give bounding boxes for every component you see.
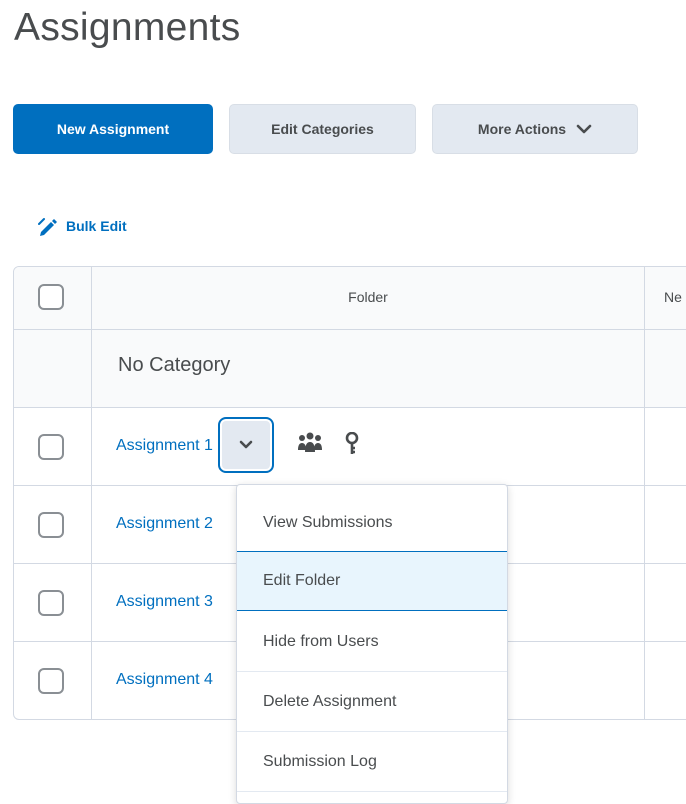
assignment-link[interactable]: Assignment 4 [116,671,213,689]
assignment-link[interactable]: Assignment 2 [116,515,213,533]
key-icon [345,432,359,456]
row-checkbox[interactable] [38,512,64,538]
row-checkbox[interactable] [38,668,64,694]
bulk-edit-link[interactable]: Bulk Edit [38,216,127,236]
row-checkbox[interactable] [38,590,64,616]
menu-item-delete-assignment[interactable]: Delete Assignment [237,672,507,732]
pencil-icon [38,216,60,236]
group-icon [297,432,323,454]
column-header-next[interactable]: Ne [664,289,682,305]
chevron-down-icon [576,123,592,135]
page-title: Assignments [14,6,241,49]
menu-item-edit-folder[interactable]: Edit Folder [237,551,507,611]
menu-item-hide-from-users[interactable]: Hide from Users [237,612,507,672]
category-row: No Category [14,329,686,407]
menu-item-submission-log[interactable]: Submission Log [237,732,507,792]
category-label: No Category [118,354,231,376]
bulk-edit-label: Bulk Edit [66,218,127,234]
assignment-link[interactable]: Assignment 1 [116,437,213,455]
table-header-row: Folder Ne [14,267,686,329]
chevron-down-icon [238,439,254,451]
assignment-context-menu-button[interactable] [218,417,274,473]
assignment-link[interactable]: Assignment 3 [116,593,213,611]
edit-categories-button[interactable]: Edit Categories [229,104,416,154]
more-actions-button[interactable]: More Actions [432,104,638,154]
row-checkbox[interactable] [38,434,64,460]
column-header-folder[interactable]: Folder [92,289,644,305]
menu-item-view-submissions[interactable]: View Submissions [237,493,507,553]
new-assignment-button[interactable]: New Assignment [13,104,213,154]
assignment-context-menu: View Submissions Edit Folder Hide from U… [236,484,508,804]
select-all-checkbox[interactable] [38,284,64,310]
more-actions-label: More Actions [477,121,567,137]
